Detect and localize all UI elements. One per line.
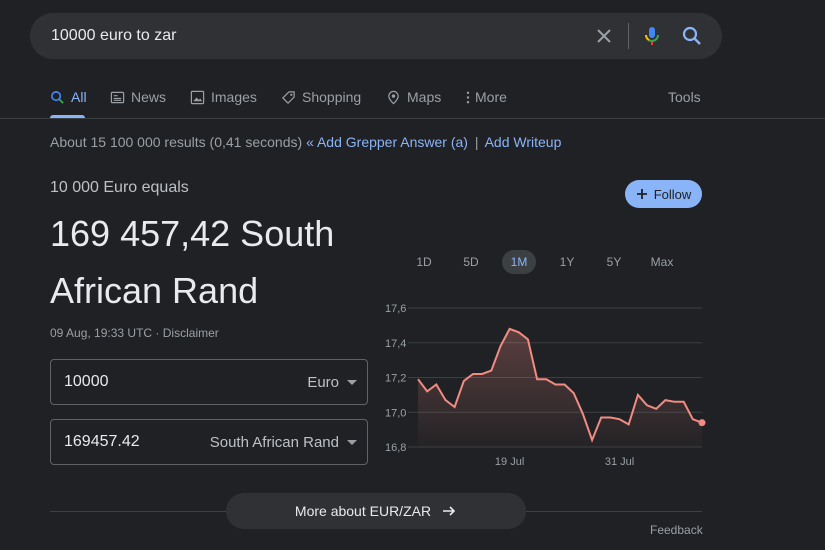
tab-shopping[interactable]: Shopping [281,89,361,119]
range-1m-button[interactable]: 1M [502,250,536,274]
search-icon [51,91,64,104]
chart-x-tick-label: 19 Jul [495,456,524,468]
from-currency-select[interactable]: Euro [307,360,357,404]
to-amount-input[interactable] [64,420,184,464]
result-count: About 15 100 000 results (0,41 seconds) [50,134,303,150]
tab-label: Maps [407,89,442,105]
range-1d-button[interactable]: 1D [410,250,438,274]
range-1y-button[interactable]: 1Y [553,250,581,274]
feedback-link[interactable]: Feedback [650,523,703,537]
from-amount-input[interactable] [64,360,184,404]
stats-separator: | [474,134,479,150]
to-currency-label: South African Rand [209,433,339,451]
tab-images[interactable]: Images [190,89,257,119]
search-input[interactable] [51,13,571,59]
search-divider [628,23,629,49]
tab-label: Shopping [302,89,362,105]
arrow-right-icon [443,506,456,516]
tag-icon [282,91,295,104]
search-icon[interactable] [680,24,704,48]
range-max-button[interactable]: Max [645,250,679,274]
more-about-button[interactable]: More about EUR/ZAR [226,493,526,529]
range-5y-button[interactable]: 5Y [600,250,628,274]
tab-label: News [131,89,167,105]
tab-news[interactable]: News [110,89,166,119]
chart-y-tick-label: 17,2 [385,373,406,385]
search-box[interactable] [30,13,722,59]
tab-maps[interactable]: Maps [386,89,441,119]
from-currency-box: Euro [50,359,368,405]
chart-x-tick-label: 31 Jul [605,456,634,468]
more-about-label: More about EUR/ZAR [294,503,432,519]
conversion-timestamp: 09 Aug, 19:33 UTC · Disclaimer [50,326,219,340]
to-currency-box: South African Rand [50,419,368,465]
header-divider [0,118,825,119]
map-pin-icon [388,90,399,105]
tab-label: Images [211,89,257,105]
chart-y-tick-label: 17,4 [385,338,406,350]
conversion-result: 169 457,42 South African Rand [50,213,335,311]
add-writeup-link[interactable]: Add Writeup [485,134,562,150]
close-icon[interactable] [592,24,616,48]
tools-button[interactable]: Tools [668,89,701,105]
chart-y-tick-label: 16,8 [385,442,406,454]
news-icon [110,91,125,104]
tab-more[interactable]: More [464,89,507,119]
range-5d-button[interactable]: 5D [457,250,485,274]
plus-icon [636,189,647,199]
result-stats: About 15 100 000 results (0,41 seconds) … [50,134,561,150]
microphone-icon[interactable] [640,24,664,48]
caret-down-icon [347,439,357,445]
tab-label: More [475,89,507,105]
add-grepper-answer-link[interactable]: « Add Grepper Answer (a) [306,134,468,150]
follow-button[interactable]: Follow [625,180,702,208]
tab-label: All [71,89,87,105]
chart-y-tick-label: 17,0 [385,407,406,419]
chart-y-tick-label: 17,6 [385,303,406,315]
to-currency-select[interactable]: South African Rand [210,420,357,464]
timestamp-text: 09 Aug, 19:33 UTC [50,326,153,340]
conversion-equals-text: 10 000 Euro equals [50,179,189,196]
timestamp-dot: · [155,326,160,340]
caret-down-icon [347,379,357,385]
exchange-rate-chart[interactable]: 17,6 17,4 17,2 17,0 16,8 19 Jul 31 Jul [380,295,710,475]
more-vertical-icon [466,91,470,104]
from-currency-label: Euro [307,373,339,391]
image-icon [190,90,205,105]
disclaimer-link[interactable]: Disclaimer [163,326,219,340]
follow-label: Follow [653,186,692,202]
chart-end-point [698,419,706,427]
